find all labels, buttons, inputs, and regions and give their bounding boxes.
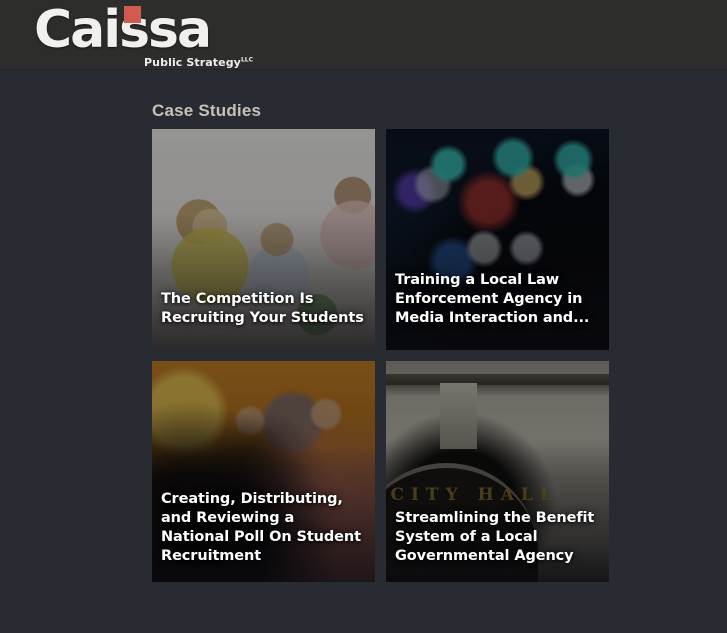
case-study-card[interactable]: Creating, Distributing, and Reviewing a … bbox=[152, 361, 375, 582]
page-root: Caissa Public StrategyLLC Case Studies T… bbox=[0, 0, 727, 633]
case-study-card-title: The Competition Is Recruiting Your Stude… bbox=[161, 291, 364, 326]
case-studies-grid: The Competition Is Recruiting Your Stude… bbox=[152, 129, 610, 582]
logo-subtitle-suffix: LLC bbox=[240, 56, 254, 64]
case-study-card-title: Streamlining the Benefit System of a Loc… bbox=[395, 510, 595, 564]
case-study-card[interactable]: CITY HALL Streamlining the Benefit Syste… bbox=[386, 361, 609, 582]
logo-subtitle: Public StrategyLLC bbox=[144, 56, 253, 69]
case-study-card-title: Creating, Distributing, and Reviewing a … bbox=[161, 491, 361, 564]
case-study-card[interactable]: Training a Local Law Enforcement Agency … bbox=[386, 129, 609, 350]
case-study-card-title: Training a Local Law Enforcement Agency … bbox=[395, 272, 590, 326]
logo-subtitle-text: Public Strategy bbox=[144, 56, 241, 69]
site-header: Caissa Public StrategyLLC bbox=[0, 0, 727, 70]
red-square-accent-icon bbox=[124, 6, 141, 23]
cityhall-corbel-shape bbox=[439, 383, 478, 450]
page-title: Case Studies bbox=[152, 101, 262, 120]
case-study-card[interactable]: The Competition Is Recruiting Your Stude… bbox=[152, 129, 375, 350]
logo-wordmark-text: Caissa bbox=[34, 0, 212, 60]
site-logo[interactable]: Caissa Public StrategyLLC bbox=[34, 0, 264, 69]
card-gradient-scrim bbox=[152, 212, 375, 350]
cityhall-lintel-shape bbox=[386, 374, 609, 386]
